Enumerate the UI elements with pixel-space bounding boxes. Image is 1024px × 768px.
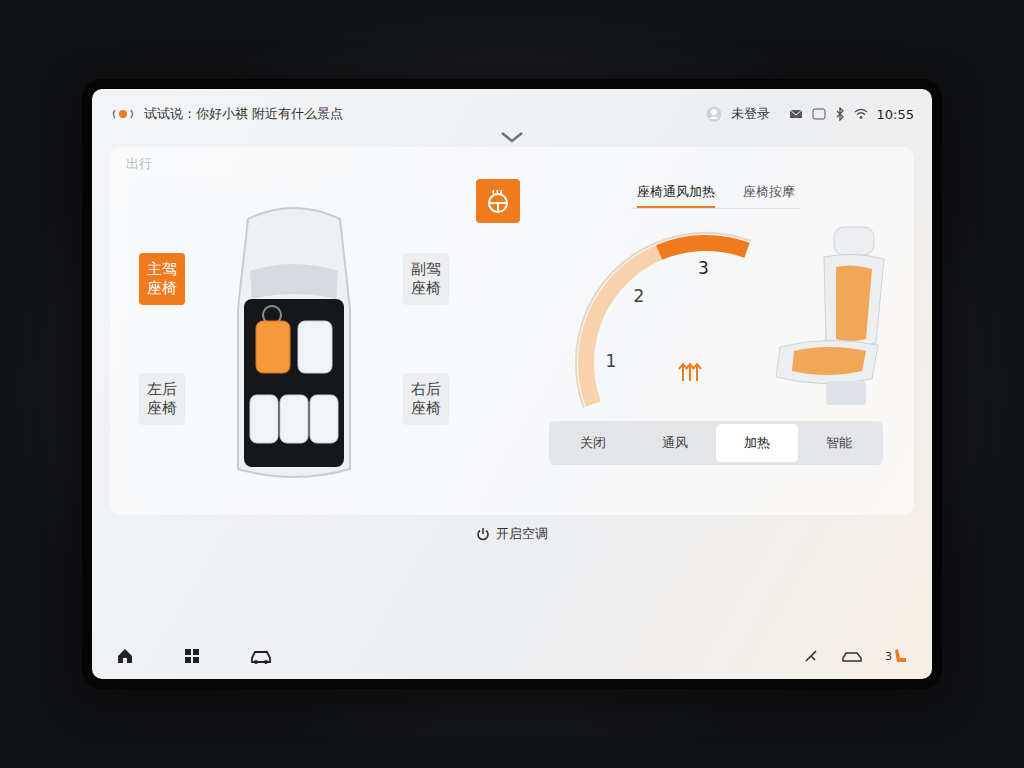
steering-wheel-heat-button[interactable] — [476, 179, 520, 223]
heat-level-gauge[interactable]: 1 2 3 — [526, 213, 766, 413]
seat-heat-indicator-icon — [894, 648, 908, 664]
mode-selector: 关闭通风加热智能 — [549, 421, 883, 465]
screen-bezel: 试试说：你好小祺 附近有什么景点 未登录 10:55 出行主驾座椅左后座椅 副驾座椅右后… — [82, 79, 942, 689]
car-icon[interactable] — [250, 648, 272, 664]
seat-icon[interactable] — [310, 395, 338, 443]
left-seat-labels: 主驾座椅左后座椅 — [134, 219, 190, 459]
seat-label[interactable]: 主驾座椅 — [139, 253, 185, 305]
steering-wheel-heat-icon — [485, 188, 511, 214]
seat-icon[interactable] — [250, 395, 278, 443]
seat-label[interactable]: 左后座椅 — [139, 373, 185, 425]
level-segment[interactable] — [586, 316, 596, 404]
car-panel: 主驾座椅左后座椅 副驾座椅右后座椅 — [126, 179, 462, 499]
mode-button[interactable]: 智能 — [798, 424, 880, 462]
mode-button[interactable]: 加热 — [716, 424, 798, 462]
ac-power-button[interactable]: 开启空调 — [476, 525, 548, 543]
heat-arrows-icon — [679, 364, 701, 381]
mail-icon — [789, 108, 803, 120]
seat-heat-indicator-level: 3 — [885, 650, 892, 663]
fan-icon[interactable] — [803, 648, 819, 664]
section-label: 出行 — [126, 155, 898, 173]
seat-label[interactable]: 右后座椅 — [403, 373, 449, 425]
climate-card: 出行主驾座椅左后座椅 副驾座椅右后座椅 座椅通风加热座椅按摩 1 2 3 关闭通风加热智能 — [110, 147, 914, 515]
seat-icon[interactable] — [298, 321, 332, 373]
status-area: 未登录 10:55 — [706, 105, 914, 123]
level-label: 2 — [633, 286, 644, 306]
wifi-icon — [854, 108, 868, 120]
voice-hint-text: 试试说：你好小祺 附近有什么景点 — [144, 105, 343, 123]
level-label: 1 — [606, 351, 617, 371]
top-bar: 试试说：你好小祺 附近有什么景点 未登录 10:55 — [92, 89, 932, 129]
bluetooth-icon — [835, 107, 845, 121]
nav-right: 3 — [803, 648, 908, 664]
nav-left — [116, 647, 272, 665]
level-segment[interactable] — [596, 253, 660, 317]
account-status[interactable]: 未登录 — [731, 105, 770, 123]
user-icon[interactable] — [706, 106, 722, 122]
mode-button[interactable]: 关闭 — [552, 424, 634, 462]
gauge-row: 1 2 3 — [526, 213, 906, 413]
chevron-row — [92, 129, 932, 147]
tab[interactable]: 座椅按摩 — [743, 179, 795, 208]
right-seat-labels: 副驾座椅右后座椅 — [398, 219, 454, 459]
power-icon — [476, 527, 490, 541]
mode-button[interactable]: 通风 — [634, 424, 716, 462]
screen: 试试说：你好小祺 附近有什么景点 未登录 10:55 出行主驾座椅左后座椅 副驾座椅右后… — [92, 89, 932, 679]
seat-icon[interactable] — [256, 321, 290, 373]
rear-middle-seat-icon — [280, 395, 308, 443]
home-icon[interactable] — [116, 647, 134, 665]
ac-row: 开启空调 — [92, 515, 932, 553]
heated-seat-icon — [766, 223, 906, 413]
tab[interactable]: 座椅通风加热 — [637, 179, 715, 208]
seat-control-panel: 座椅通风加热座椅按摩 1 2 3 关闭通风加热智能 — [534, 179, 898, 465]
content-row: 主驾座椅左后座椅 副驾座椅右后座椅 座椅通风加热座椅按摩 1 2 3 关闭通风加热智能 — [126, 179, 898, 499]
clock: 10:55 — [877, 107, 914, 122]
ac-button-text: 开启空调 — [496, 525, 548, 543]
seat-heat-indicator[interactable]: 3 — [885, 648, 908, 664]
seat-label[interactable]: 副驾座椅 — [403, 253, 449, 305]
signal-icon — [812, 108, 826, 120]
tabs: 座椅通风加热座椅按摩 — [631, 179, 801, 209]
bottom-nav: 3 — [92, 637, 932, 679]
car-top-view — [208, 189, 380, 489]
car-defrost-icon[interactable] — [841, 649, 863, 663]
level-segment[interactable] — [659, 243, 747, 253]
level-label: 3 — [698, 258, 709, 278]
voice-assistant-icon — [110, 106, 136, 122]
apps-icon[interactable] — [184, 648, 200, 664]
voice-hint[interactable]: 试试说：你好小祺 附近有什么景点 — [110, 105, 343, 123]
chevron-down-icon[interactable] — [499, 131, 525, 143]
page: 试试说：你好小祺 附近有什么景点 未登录 10:55 出行主驾座椅左后座椅 副驾座椅右后… — [0, 0, 1024, 768]
